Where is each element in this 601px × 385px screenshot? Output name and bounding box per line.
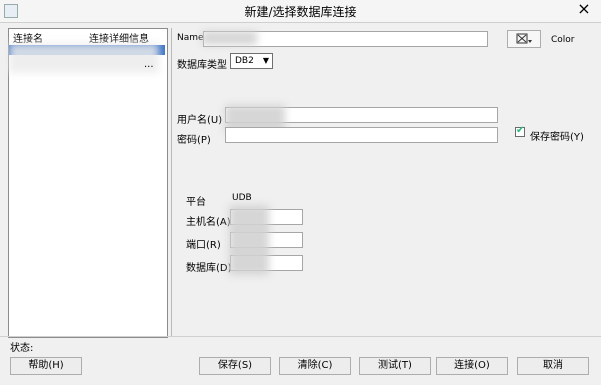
title-bar: 新建/选择数据库连接 × — [0, 0, 601, 23]
blurred-list-items — [9, 43, 159, 73]
delete-button[interactable]: 清除(C) — [279, 357, 351, 375]
test-button[interactable]: 测试(T) — [359, 357, 431, 375]
color-picker-icon — [516, 33, 532, 44]
name-label: Name — [177, 33, 204, 43]
host-label: 主机名(A) — [186, 217, 231, 228]
blurred-name-value — [202, 31, 257, 45]
db-type-select[interactable]: DB2 ▼ — [230, 53, 273, 69]
connect-button[interactable]: 连接(O) — [436, 357, 508, 375]
vertical-separator — [171, 28, 172, 336]
list-item-ellipsis: ... — [144, 59, 154, 70]
cancel-button[interactable]: 取消 — [517, 357, 589, 375]
connection-list[interactable]: 连接名 连接详细信息 ... — [8, 28, 168, 338]
port-label: 端口(R) — [186, 240, 221, 251]
blurred-connection-values — [229, 205, 269, 275]
save-button[interactable]: 保存(S) — [199, 357, 271, 375]
db-type-label: 数据库类型 — [177, 60, 227, 71]
help-button[interactable]: 帮助(H) — [10, 357, 82, 375]
platform-value: UDB — [232, 193, 252, 203]
status-separator — [0, 336, 601, 337]
save-password-checkbox[interactable]: ✔ — [515, 125, 525, 137]
database-label: 数据库(D) — [186, 263, 232, 274]
checkmark-icon: ✔ — [516, 125, 525, 136]
connection-dialog: 新建/选择数据库连接 × 连接名 连接详细信息 ... Name Color 数… — [0, 0, 601, 385]
status-label: 状态: — [10, 343, 34, 354]
list-header: 连接名 连接详细信息 — [9, 29, 167, 45]
password-label: 密码(P) — [177, 135, 211, 146]
username-label: 用户名(U) — [177, 115, 223, 126]
window-title: 新建/选择数据库连接 — [244, 5, 357, 19]
password-input[interactable] — [225, 127, 498, 143]
close-icon[interactable]: × — [573, 0, 595, 20]
save-password-label: 保存密码(Y) — [530, 132, 584, 143]
platform-label: 平台 — [186, 197, 206, 208]
chevron-down-icon: ▼ — [262, 56, 269, 65]
db-type-value: DB2 — [235, 56, 254, 66]
color-picker-button[interactable] — [507, 30, 541, 48]
color-label: Color — [551, 35, 575, 45]
